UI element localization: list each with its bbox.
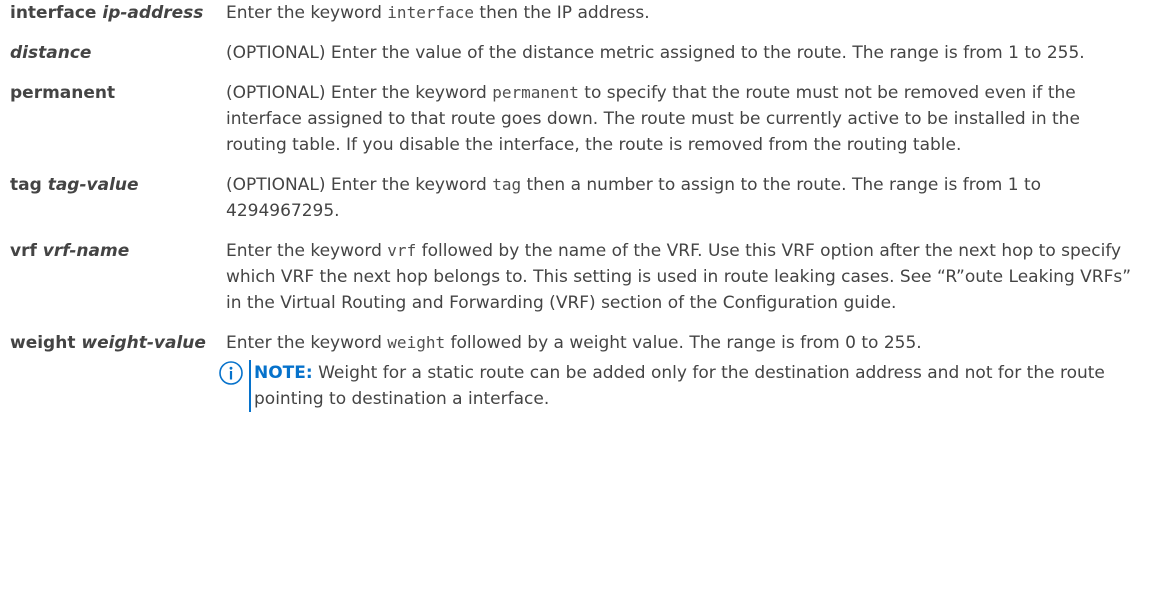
param-row-vrf: vrf vrf-name Enter the keyword vrf follo… [0, 238, 1157, 316]
param-description: Enter the keyword vrf followed by the na… [226, 238, 1157, 316]
param-term: weight weight-value [0, 330, 226, 356]
param-term: tag tag-value [0, 172, 226, 198]
param-term: distance [0, 40, 226, 66]
param-row-distance: distance (OPTIONAL) Enter the value of t… [0, 40, 1157, 66]
desc-text: Enter the keyword [226, 3, 388, 23]
param-keyword: vrf [10, 241, 37, 261]
desc-text: followed by a weight value. The range is… [445, 333, 922, 353]
desc-text: Enter the keyword [226, 333, 388, 353]
desc-code: weight [387, 333, 446, 352]
param-argument: ip-address [102, 3, 204, 23]
param-row-tag: tag tag-value (OPTIONAL) Enter the keywo… [0, 172, 1157, 224]
param-row-permanent: permanent (OPTIONAL) Enter the keyword p… [0, 80, 1157, 158]
param-description: (OPTIONAL) Enter the value of the distan… [226, 40, 1157, 66]
desc-text: Enter the keyword [226, 241, 388, 261]
param-description: Enter the keyword interface then the IP … [226, 0, 1157, 26]
desc-code: permanent [492, 83, 579, 102]
param-term: permanent [0, 80, 226, 106]
desc-text: then the IP address. [474, 3, 650, 23]
param-row-interface: interface ip-address Enter the keyword i… [0, 0, 1157, 26]
param-term: interface ip-address [0, 0, 226, 26]
param-argument: weight-value [81, 333, 206, 353]
note-text: Weight for a static route can be added o… [254, 363, 1105, 409]
parameter-table: interface ip-address Enter the keyword i… [0, 0, 1157, 426]
param-keyword: interface [10, 3, 97, 23]
desc-code: tag [492, 175, 522, 194]
note-callout: NOTE: Weight for a static route can be a… [219, 360, 1145, 412]
info-icon [219, 361, 243, 385]
param-keyword: weight [10, 333, 76, 353]
desc-text: (OPTIONAL) Enter the keyword [226, 175, 493, 195]
desc-code: vrf [387, 241, 417, 260]
param-argument: vrf-name [42, 241, 130, 261]
note-body: NOTE: Weight for a static route can be a… [249, 360, 1145, 412]
param-row-weight: weight weight-value Enter the keyword we… [0, 330, 1157, 412]
param-description: Enter the keyword weight followed by a w… [219, 330, 1157, 412]
param-keyword: permanent [10, 83, 116, 103]
param-description: (OPTIONAL) Enter the keyword tag then a … [226, 172, 1157, 224]
param-description: (OPTIONAL) Enter the keyword permanent t… [226, 80, 1157, 158]
desc-text: (OPTIONAL) Enter the keyword [226, 83, 493, 103]
note-label: NOTE: [254, 363, 313, 383]
param-argument: distance [10, 43, 92, 63]
param-argument: tag-value [47, 175, 139, 195]
desc-code: interface [387, 3, 474, 22]
param-term: vrf vrf-name [0, 238, 226, 264]
param-keyword: tag [10, 175, 42, 195]
desc-text: (OPTIONAL) Enter the value of the distan… [226, 43, 1085, 63]
